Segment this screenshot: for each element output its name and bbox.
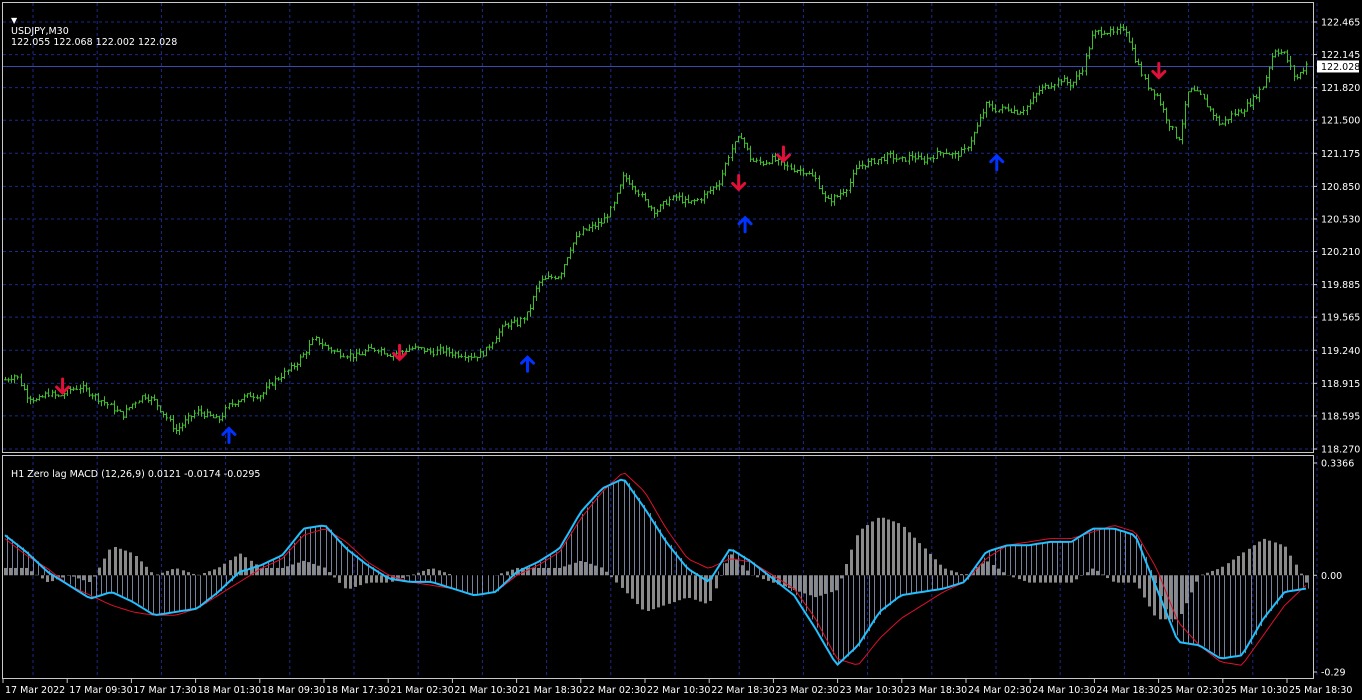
chevron-down-icon[interactable]: ▼ (11, 16, 17, 25)
price-tick-label: 120.850 (1321, 182, 1360, 193)
price-tick-label: 119.240 (1321, 346, 1360, 357)
time-tick-label: 24 Mar 02:30 (968, 685, 1031, 696)
symbol-label: USDJPY,M30 (11, 26, 69, 37)
time-tick-label: 22 Mar 10:30 (647, 685, 710, 696)
time-tick-label: 23 Mar 10:30 (840, 685, 903, 696)
time-tick-label: 18 Mar 09:30 (262, 685, 325, 696)
price-tick-label: 119.565 (1321, 313, 1360, 324)
price-tick-label: 119.885 (1321, 280, 1360, 291)
time-tick-label: 21 Mar 10:30 (454, 685, 517, 696)
price-tick-label: 118.915 (1321, 379, 1360, 390)
time-tick-label: 17 Mar 09:30 (69, 685, 132, 696)
indicator-tick-label: -0.29 (1321, 668, 1346, 679)
price-tick-label: 120.210 (1321, 247, 1360, 258)
time-tick-label: 25 Mar 18:30 (1289, 685, 1352, 696)
time-tick-label: 24 Mar 10:30 (1032, 685, 1095, 696)
time-tick-label: 23 Mar 18:30 (904, 685, 967, 696)
indicator-tick-label: 0.00 (1321, 571, 1342, 582)
time-tick-label: 21 Mar 02:30 (390, 685, 453, 696)
price-tick-label: 118.270 (1321, 445, 1360, 456)
price-tick-label: 118.595 (1321, 411, 1360, 422)
current-price-tag: 122.028 (1317, 60, 1360, 73)
time-tick-label: 21 Mar 18:30 (519, 685, 582, 696)
time-tick-label: 17 Mar 2022 (5, 685, 65, 696)
price-tick-label: 120.530 (1321, 214, 1360, 225)
time-tick-label: 18 Mar 01:30 (198, 685, 261, 696)
price-tick-label: 122.145 (1321, 50, 1360, 61)
price-tick-label: 121.500 (1321, 116, 1360, 127)
chart-window: 122.465 122.145 121.820 121.500 121.175 120.8… (0, 0, 1362, 700)
time-tick-label: 22 Mar 18:30 (711, 685, 774, 696)
time-tick-label: 25 Mar 10:30 (1225, 685, 1288, 696)
indicator-tick-label: 0.3366 (1321, 459, 1354, 470)
price-tick-label: 121.820 (1321, 83, 1360, 94)
ohlc-values: 122.055 122.068 122.002 122.028 (11, 37, 178, 48)
current-price-label: 122.028 (1321, 62, 1360, 73)
time-tick-label: 25 Mar 02:30 (1161, 685, 1224, 696)
time-tick-label: 24 Mar 18:30 (1096, 685, 1159, 696)
price-tick-label: 121.175 (1321, 149, 1360, 160)
symbol-header[interactable]: ▼ USDJPY,M30 122.055 122.068 122.002 122… (5, 4, 177, 48)
indicator-header: H1 Zero lag MACD (12,26,9) 0.0121 -0.017… (5, 458, 260, 480)
time-tick-label: 22 Mar 02:30 (583, 685, 646, 696)
time-tick-label: 23 Mar 02:30 (775, 685, 838, 696)
time-tick-label: 17 Mar 17:30 (133, 685, 196, 696)
time-tick-label: 18 Mar 17:30 (326, 685, 389, 696)
price-tick-label: 122.465 (1321, 18, 1360, 29)
indicator-label: H1 Zero lag MACD (12,26,9) 0.0121 -0.017… (11, 469, 261, 480)
